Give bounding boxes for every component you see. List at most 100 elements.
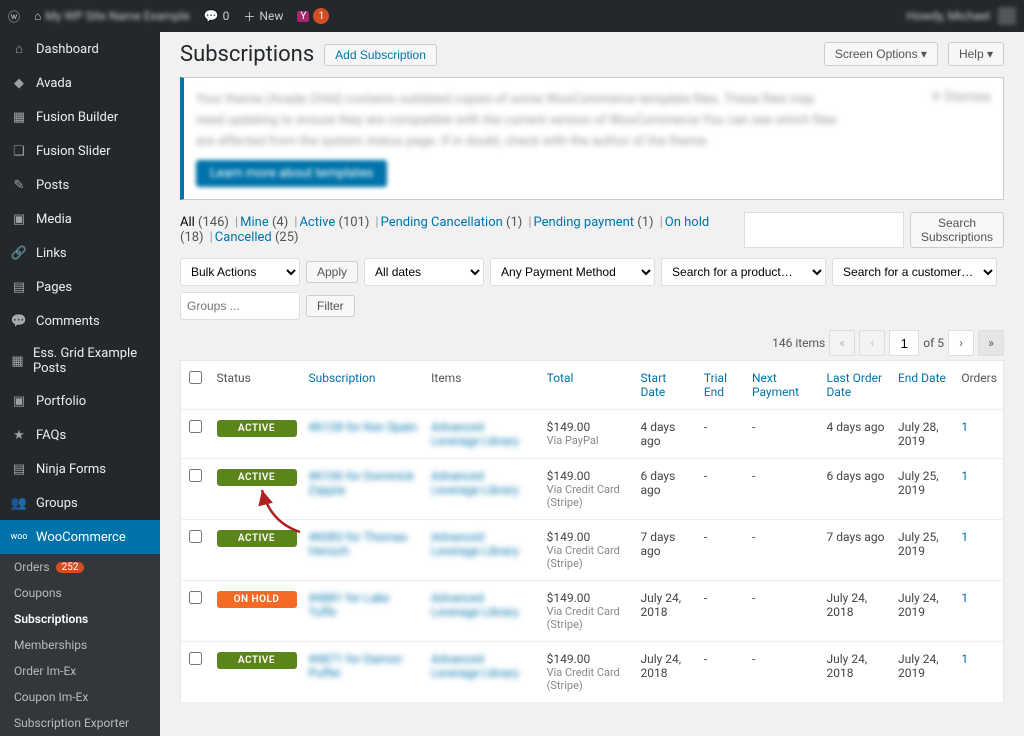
sidebar-subitem[interactable]: Orders252	[0, 554, 160, 580]
sidebar-subitem[interactable]: Subscriptions	[0, 606, 160, 632]
filter-link[interactable]: Pending Cancellation (1)	[381, 215, 523, 230]
start-cell: 4 days ago	[634, 410, 697, 459]
trial-cell: -	[698, 520, 746, 581]
wp-logo-icon[interactable]: ⓦ	[8, 8, 20, 25]
subscription-link[interactable]: #6128 for Ken Spain	[303, 410, 426, 459]
sidebar-item[interactable]: ▤Pages	[0, 270, 160, 304]
filter-link[interactable]: All (146)	[180, 215, 229, 230]
greeting-text[interactable]: Howdy, Michael	[906, 9, 990, 23]
filter-button[interactable]: Filter	[306, 295, 355, 317]
sidebar-subitem[interactable]: Coupon Im-Ex	[0, 684, 160, 710]
menu-label: Fusion Slider	[36, 144, 111, 159]
sidebar-item[interactable]: ✎Posts	[0, 168, 160, 202]
subscription-link[interactable]: #4871 for Damon Puffer	[303, 642, 426, 703]
orders-cell[interactable]: 1	[955, 642, 1003, 703]
status-badge: ON HOLD	[217, 591, 297, 608]
col-trial[interactable]: Trial End	[698, 361, 746, 410]
menu-icon: ▣	[10, 392, 28, 410]
product-filter-select[interactable]: Search for a product…	[661, 258, 826, 286]
row-checkbox[interactable]	[189, 530, 202, 543]
prev-page-button: ‹	[859, 330, 885, 356]
row-checkbox[interactable]	[189, 652, 202, 665]
sidebar-item-woocommerce[interactable]: woo WooCommerce	[0, 520, 160, 554]
filter-link[interactable]: Pending payment (1)	[534, 215, 654, 230]
status-badge: ACTIVE	[217, 530, 297, 547]
menu-icon: ◆	[10, 74, 28, 92]
notice-action-button[interactable]: Learn more about templates	[196, 160, 387, 187]
sidebar-item[interactable]: ⌂Dashboard	[0, 32, 160, 66]
orders-cell[interactable]: 1	[955, 581, 1003, 642]
menu-label: Groups	[36, 496, 78, 511]
col-next[interactable]: Next Payment	[746, 361, 821, 410]
col-subscription[interactable]: Subscription	[303, 361, 426, 410]
payment-filter-select[interactable]: Any Payment Method	[490, 258, 655, 286]
sidebar-subitem[interactable]: Order Im-Ex	[0, 658, 160, 684]
yoast-icon[interactable]: Y 1	[297, 8, 329, 24]
customer-filter-select[interactable]: Search for a customer…	[832, 258, 997, 286]
date-filter-select[interactable]: All dates	[364, 258, 484, 286]
col-start[interactable]: Start Date	[634, 361, 697, 410]
status-badge: ACTIVE	[217, 420, 297, 437]
next-page-button[interactable]: ›	[948, 330, 974, 356]
search-input[interactable]	[744, 212, 904, 248]
menu-label: Dashboard	[36, 42, 99, 57]
filter-link[interactable]: Cancelled (25)	[215, 230, 299, 245]
comments-icon[interactable]: 💬 0	[204, 9, 230, 23]
sidebar-item[interactable]: 🔗Links	[0, 236, 160, 270]
avatar[interactable]	[998, 7, 1016, 25]
row-checkbox[interactable]	[189, 591, 202, 604]
current-page-input[interactable]	[889, 330, 919, 356]
sidebar-item[interactable]: 👥Groups	[0, 486, 160, 520]
sidebar-item[interactable]: ▦Ess. Grid Example Posts	[0, 338, 160, 384]
sidebar-item[interactable]: ❏ Fusion Slider	[0, 134, 160, 168]
items-cell: Advanced Leverage Library	[425, 459, 541, 520]
help-button[interactable]: Help ▾	[948, 42, 1004, 66]
subscription-link[interactable]: #6106 for Dominick Zappia	[303, 459, 426, 520]
menu-label: FAQs	[36, 428, 66, 443]
menu-icon: ▦	[10, 108, 28, 126]
sidebar-subitem[interactable]: Subscription Exporter	[0, 710, 160, 736]
menu-icon: ❏	[10, 142, 28, 160]
sidebar-item[interactable]: 💬Comments	[0, 304, 160, 338]
col-total[interactable]: Total	[541, 361, 635, 410]
sidebar-subitem[interactable]: Memberships	[0, 632, 160, 658]
menu-icon: ★	[10, 426, 28, 444]
sidebar-item[interactable]: ★ FAQs	[0, 418, 160, 452]
menu-label: Avada	[36, 76, 72, 91]
sidebar-woo-label: WooCommerce	[36, 530, 126, 545]
sidebar-subitem[interactable]: Coupons	[0, 580, 160, 606]
search-subscriptions-button[interactable]: Search Subscriptions	[910, 212, 1004, 248]
col-last[interactable]: Last Order Date	[821, 361, 892, 410]
orders-cell[interactable]: 1	[955, 410, 1003, 459]
site-home-icon[interactable]: ⌂ My WP Site Name Example	[34, 9, 190, 23]
bulk-actions-select[interactable]: Bulk Actions	[180, 258, 300, 286]
table-row: ACTIVE #6106 for Dominick Zappia Advance…	[181, 459, 1004, 520]
last-cell: 4 days ago	[821, 410, 892, 459]
menu-label: Comments	[36, 314, 100, 329]
filter-link[interactable]: Mine (4)	[240, 215, 288, 230]
end-cell: July 28, 2019	[892, 410, 955, 459]
new-content-button[interactable]: ＋ New	[243, 8, 283, 25]
apply-button[interactable]: Apply	[306, 261, 358, 283]
main-content: Screen Options ▾ Help ▾ Subscriptions Ad…	[160, 32, 1024, 736]
sidebar-item[interactable]: ▣Media	[0, 202, 160, 236]
sidebar-item[interactable]: ▤Ninja Forms	[0, 452, 160, 486]
row-checkbox[interactable]	[189, 420, 202, 433]
screen-options-button[interactable]: Screen Options ▾	[824, 42, 938, 66]
groups-filter-input[interactable]	[180, 292, 300, 320]
last-page-button[interactable]: »	[978, 330, 1004, 356]
subscription-link[interactable]: #6083 for Thomas Hensch	[303, 520, 426, 581]
col-status[interactable]: Status	[211, 361, 303, 410]
orders-cell[interactable]: 1	[955, 520, 1003, 581]
col-end[interactable]: End Date	[892, 361, 955, 410]
trial-cell: -	[698, 410, 746, 459]
sidebar-item[interactable]: ▦Fusion Builder	[0, 100, 160, 134]
sidebar-item[interactable]: ◆ Avada	[0, 66, 160, 100]
filter-link[interactable]: Active (101)	[299, 215, 369, 230]
orders-cell[interactable]: 1	[955, 459, 1003, 520]
select-all-checkbox[interactable]	[189, 371, 202, 384]
sidebar-item[interactable]: ▣Portfolio	[0, 384, 160, 418]
add-subscription-button[interactable]: Add Subscription	[324, 44, 437, 66]
subscription-link[interactable]: #4881 for Lake Tuffe	[303, 581, 426, 642]
row-checkbox[interactable]	[189, 469, 202, 482]
